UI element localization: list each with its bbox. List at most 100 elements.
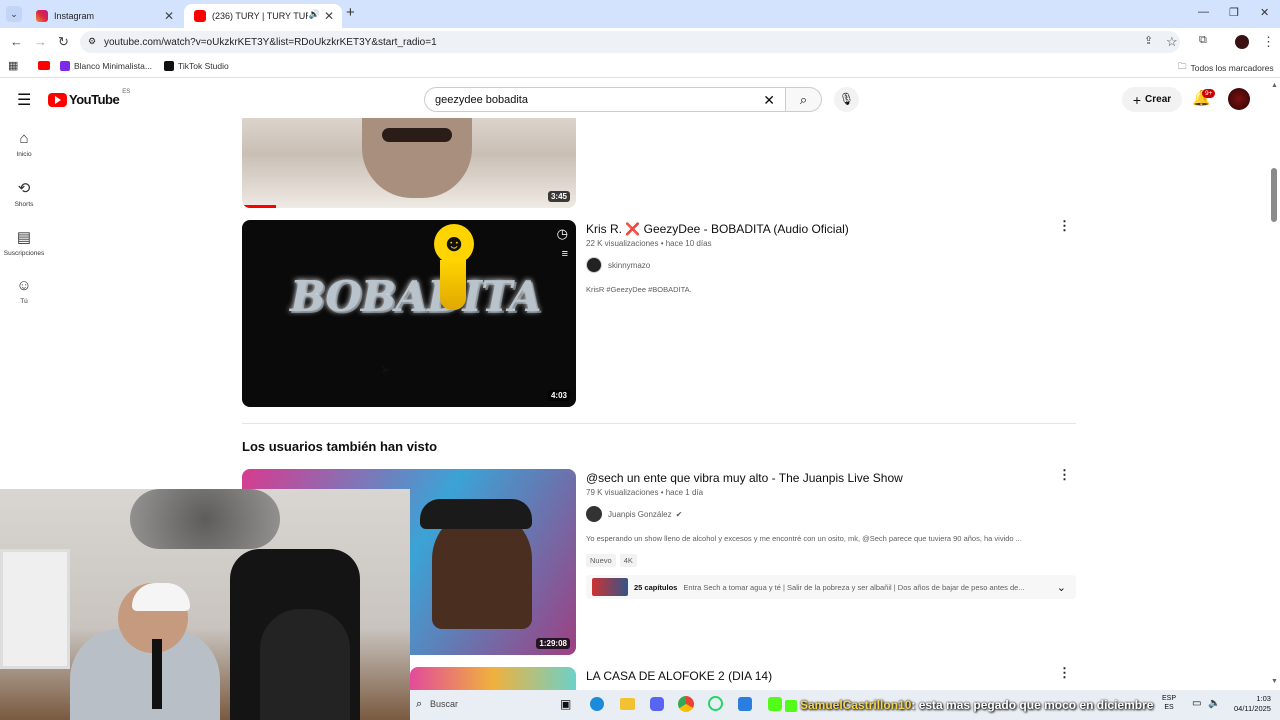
scroll-up-arrow-icon[interactable]: ▲: [1271, 82, 1278, 89]
whatsapp-icon[interactable]: [708, 696, 723, 711]
sidebar-item-shorts[interactable]: ⟲ Shorts: [0, 179, 48, 208]
install-app-icon[interactable]: ⇪: [1144, 34, 1153, 47]
clear-search-icon[interactable]: ✕: [763, 92, 775, 109]
video-title-sech[interactable]: @sech un ente que vibra muy alto - The J…: [586, 471, 903, 485]
channel-name: Juanpis González: [608, 509, 672, 519]
sidebar-item-home[interactable]: ⌂ Inicio: [0, 130, 48, 158]
audio-playing-icon[interactable]: 🔊: [309, 9, 320, 20]
folder-icon: 🗀: [1178, 61, 1187, 71]
kick-icon[interactable]: [768, 697, 782, 711]
language-indicator[interactable]: ESP ES: [1162, 694, 1176, 712]
webcam-overlay: [0, 489, 410, 720]
clock[interactable]: 1:03 04/11/2025: [1234, 694, 1271, 714]
video-title-alofoke[interactable]: LA CASA DE ALOFOKE 2 (DIA 14): [586, 669, 772, 683]
chevron-down-icon[interactable]: ⌄: [1057, 581, 1066, 594]
profile-avatar[interactable]: [1235, 35, 1249, 49]
video-duration: 4:03: [547, 390, 570, 401]
minimize-button[interactable]: —: [1198, 6, 1209, 18]
chapter-thumb: [592, 578, 628, 596]
sidebar-item-subscriptions[interactable]: ▤ Suscripciones: [0, 228, 48, 257]
new-tab-button[interactable]: +: [346, 4, 355, 21]
url-text: youtube.com/watch?v=oUkzkrKET3Y&list=RDo…: [104, 36, 437, 48]
voice-search-icon[interactable]: 🎙: [834, 87, 859, 112]
reload-icon[interactable]: ↻: [58, 34, 69, 50]
video-title-bobadita[interactable]: Kris R. ❌ GeezyDee - BOBADITA (Audio Ofi…: [586, 222, 849, 236]
page-scrollbar[interactable]: [1271, 168, 1277, 222]
all-bookmarks[interactable]: 🗀 Todos los marcadores: [1178, 61, 1274, 75]
chat-user-icon: [785, 699, 797, 712]
tab-search-dropdown[interactable]: ⌄: [6, 6, 22, 22]
logo-text: YouTube: [69, 92, 120, 107]
forward-icon[interactable]: →: [34, 34, 47, 49]
taskbar-search[interactable]: Buscar: [430, 699, 458, 709]
watch-later-icon[interactable]: ◷: [557, 226, 568, 242]
chrome-icon[interactable]: [678, 696, 694, 712]
search-button[interactable]: ⌕: [786, 87, 822, 112]
video-thumbnail-alofoke[interactable]: [410, 667, 576, 690]
channel-juanpis[interactable]: Juanpis González ✔: [586, 506, 682, 522]
bookmark-label: Blanco Minimalista...: [74, 61, 152, 71]
more-actions-icon[interactable]: ⋮: [1058, 467, 1071, 483]
volume-icon[interactable]: 🔈: [1208, 698, 1220, 709]
channel-skinnymazo[interactable]: skinnymazo: [586, 257, 650, 273]
extensions-icon[interactable]: ⧉: [1199, 34, 1207, 47]
you-icon: ☺: [16, 277, 32, 294]
close-window-button[interactable]: ✕: [1260, 6, 1269, 19]
search-input[interactable]: geezydee bobadita ✕: [424, 87, 786, 112]
app-icon[interactable]: [738, 697, 752, 711]
video-thumbnail-bobadita[interactable]: BOBADITA ☻ ◷ ≡ 4:03: [242, 220, 576, 407]
address-bar[interactable]: ⚙ youtube.com/watch?v=oUkzkrKET3Y&list=R…: [80, 31, 1180, 53]
instagram-icon: [36, 10, 48, 22]
bookmark-blanco[interactable]: Blanco Minimalista...: [60, 61, 152, 71]
more-actions-icon[interactable]: ⋮: [1058, 218, 1071, 234]
apps-grid-icon[interactable]: ▦: [8, 59, 18, 72]
bookmark-tiktok[interactable]: TikTok Studio: [164, 61, 229, 71]
network-icon[interactable]: ▭: [1192, 698, 1201, 709]
youtube-header: ☰ YouTube ES geezydee bobadita ✕ ⌕ 🎙 + C…: [0, 80, 1280, 118]
tiktok-icon: [164, 61, 174, 71]
close-tab-icon[interactable]: ✕: [164, 9, 174, 23]
plus-icon: +: [1132, 91, 1142, 108]
youtube-logo[interactable]: YouTube ES: [48, 89, 130, 107]
tab-youtube[interactable]: (236) TURY | TURY TURNER 🔊 ✕: [184, 4, 342, 28]
add-to-queue-icon[interactable]: ≡: [562, 248, 568, 260]
youtube-bookmark-icon[interactable]: [38, 61, 50, 70]
video-meta: 22 K visualizaciones • hace 10 días: [586, 239, 712, 248]
video-thumbnail-top[interactable]: 3:45: [242, 118, 576, 208]
restore-button[interactable]: ❐: [1229, 6, 1239, 19]
account-avatar[interactable]: [1228, 88, 1250, 110]
close-tab-icon[interactable]: ✕: [324, 9, 334, 23]
thumb-mustache: [382, 128, 452, 142]
badge-new: Nuevo: [586, 554, 616, 567]
lang-layout: ES: [1164, 704, 1174, 711]
thumb-title-art: BOBADITA: [290, 272, 542, 321]
scroll-down-arrow-icon[interactable]: ▼: [1271, 678, 1278, 685]
chapters-text: Entra Sech a tomar agua y té | Salir de …: [683, 582, 1025, 592]
channel-avatar: [586, 257, 602, 273]
more-actions-icon[interactable]: ⋮: [1058, 665, 1071, 681]
chapters-row[interactable]: 25 capítulos Entra Sech a tomar agua y t…: [586, 575, 1076, 599]
bookmark-label: Todos los marcadores: [1190, 63, 1274, 73]
browser-menu-icon[interactable]: ⋮: [1262, 34, 1275, 50]
video-description: KrisR #GeezyDee #BOBADITA.: [586, 285, 692, 294]
wall-graffiti: [130, 489, 280, 549]
create-button[interactable]: + Crear: [1122, 87, 1182, 112]
browser-tab-strip: ⌄ Instagram ✕ (236) TURY | TURY TURNER 🔊…: [0, 0, 1280, 28]
taskview-icon[interactable]: ▣: [560, 697, 571, 711]
bookmark-star-icon[interactable]: ☆: [1166, 34, 1178, 50]
edge-icon[interactable]: [590, 697, 604, 711]
back-icon[interactable]: ←: [10, 34, 23, 49]
menu-icon[interactable]: ☰: [17, 90, 31, 110]
section-title: Los usuarios también han visto: [242, 439, 438, 454]
tab-label: Instagram: [54, 11, 95, 21]
smiley-icon: ☻: [434, 224, 474, 264]
second-person: [260, 609, 350, 720]
site-info-icon[interactable]: ⚙: [88, 36, 96, 47]
tab-instagram[interactable]: Instagram ✕: [26, 4, 182, 28]
file-explorer-icon[interactable]: [620, 698, 635, 710]
sidebar-item-you[interactable]: ☺ Tú: [0, 277, 48, 305]
shorts-icon: ⟲: [17, 180, 31, 197]
taskbar-search-icon[interactable]: ⌕: [416, 698, 422, 711]
chat-username: SamuelCastrillon10: [800, 698, 912, 712]
discord-icon[interactable]: [650, 697, 664, 711]
